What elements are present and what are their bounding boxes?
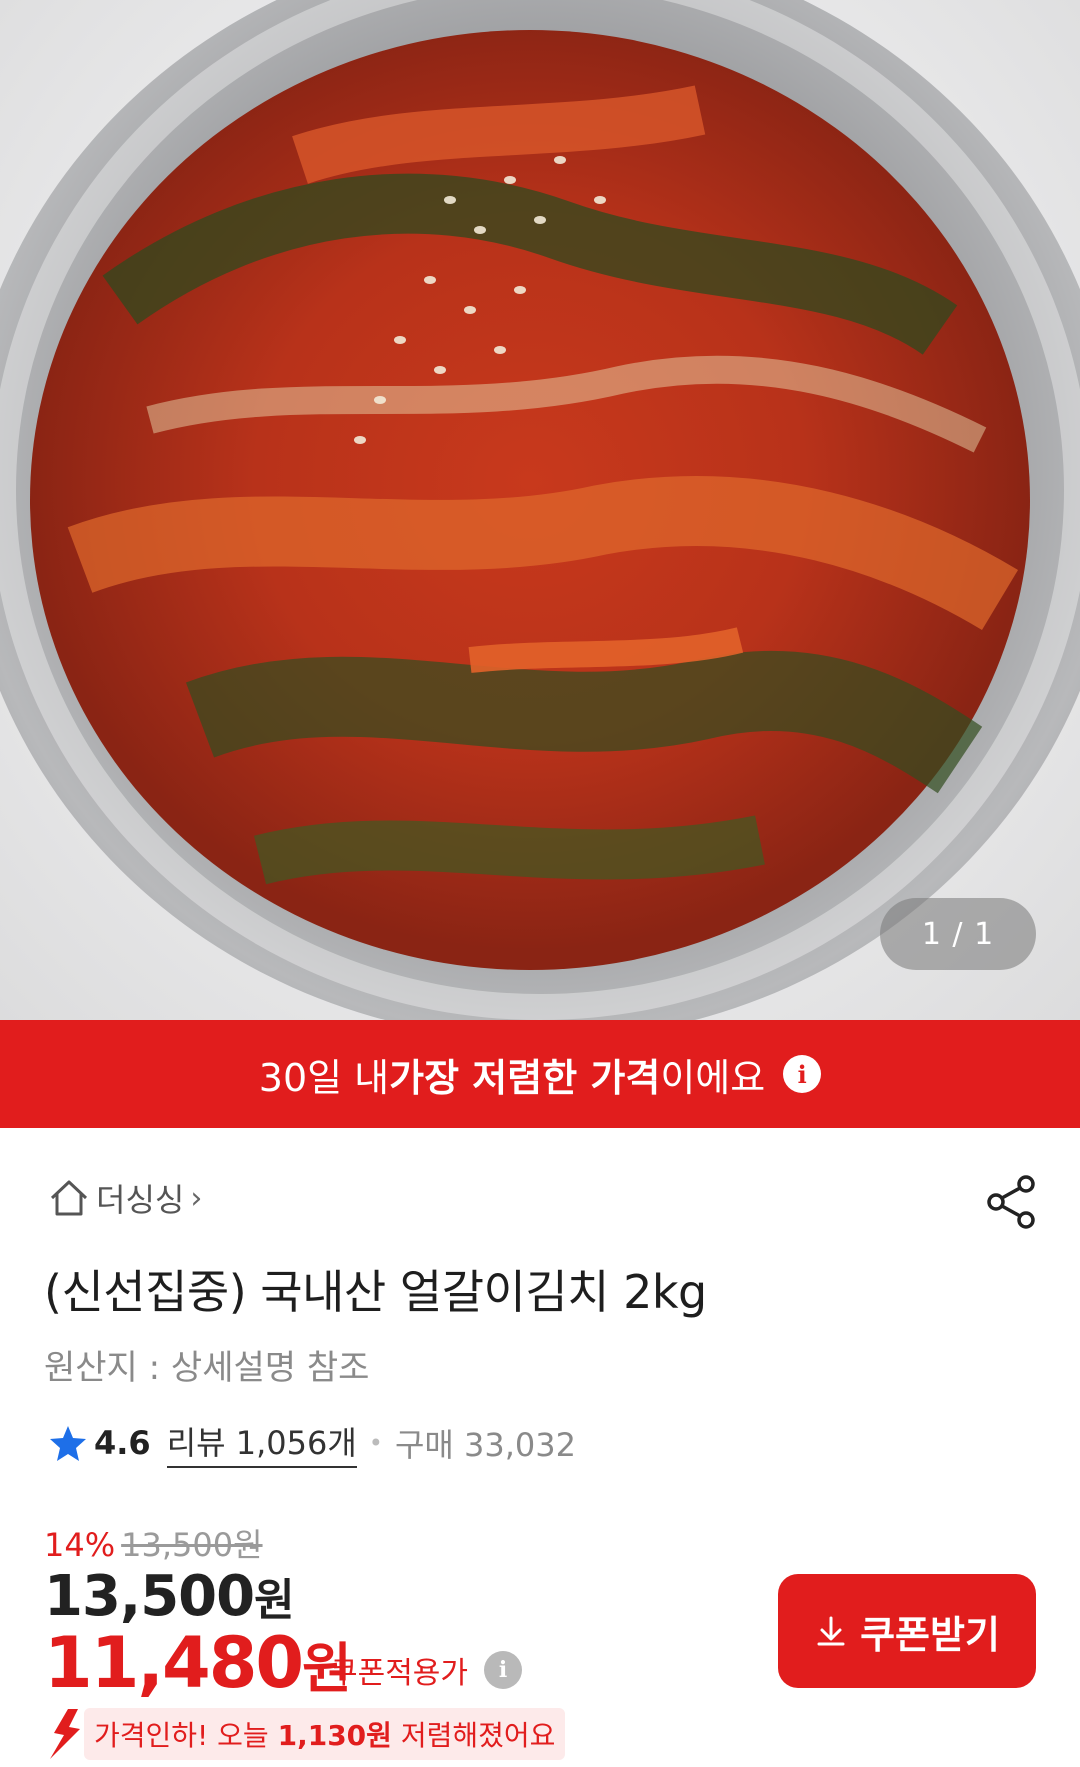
coupon-price: 11,480원 (44, 1622, 352, 1704)
promo-highlight: 가장 저렴한 가격 (389, 1055, 661, 1100)
sale-price-number: 13,500 (44, 1564, 255, 1629)
discount-percent: 14% (44, 1526, 116, 1564)
drop-prefix: 가격인하! 오늘 (94, 1719, 278, 1752)
rating-row: 4.6 리뷰 1,056개 • 구매 33,032 (48, 1418, 576, 1468)
chevron-right-icon: › (190, 1180, 203, 1216)
store-link[interactable]: 더싱싱 › (48, 1176, 202, 1220)
price-drop-notice: 가격인하! 오늘 1,130원 저렴해졌어요 (44, 1708, 566, 1760)
kimchi-image (30, 30, 1030, 970)
coupon-price-number: 11,480 (44, 1622, 304, 1704)
product-info-section: 더싱싱 › (신선집중) 국내산 얼갈이김치 2kg 원산지 : 상세설명 참조… (0, 1128, 1080, 1767)
promo-suffix: 이에요 (660, 1055, 766, 1100)
home-icon (50, 1180, 88, 1216)
discount-row: 14% 13,500원 (44, 1520, 263, 1566)
price-drop-text: 가격인하! 오늘 1,130원 저렴해졌어요 (84, 1708, 566, 1760)
get-coupon-button[interactable]: 쿠폰받기 (778, 1574, 1036, 1688)
rating-value: 4.6 (94, 1424, 151, 1462)
coupon-label-text: 쿠폰적용가 (330, 1656, 468, 1691)
drop-suffix: 저렴해졌어요 (391, 1719, 556, 1752)
coupon-info-icon[interactable]: i (484, 1651, 522, 1689)
promo-prefix: 30일 내 (258, 1055, 390, 1100)
reviews-link[interactable]: 리뷰 1,056개 (166, 1418, 357, 1468)
sale-price: 13,500원 (44, 1564, 295, 1629)
product-origin: 원산지 : 상세설명 참조 (44, 1348, 370, 1388)
image-counter: 1 / 1 (880, 898, 1036, 970)
price-down-arrow-icon (50, 1709, 80, 1759)
product-title: (신선집중) 국내산 얼갈이김치 2kg (44, 1265, 707, 1319)
purchase-count: 구매 33,032 (394, 1426, 576, 1464)
coupon-price-label: 쿠폰적용가 i (330, 1648, 522, 1692)
store-name: 더싱싱 (96, 1181, 185, 1219)
sale-price-unit: 원 (254, 1575, 294, 1626)
get-coupon-label: 쿠폰받기 (860, 1614, 1000, 1657)
product-image-gallery[interactable]: 1 / 1 (0, 0, 1080, 1020)
share-icon[interactable] (984, 1174, 1040, 1230)
star-icon (50, 1426, 86, 1461)
lowest-price-banner[interactable]: 30일 내 가장 저렴한 가격 이에요 i (0, 1020, 1080, 1128)
download-icon (817, 1616, 845, 1646)
original-price: 13,500원 (121, 1526, 263, 1564)
separator-dot: • (368, 1429, 383, 1457)
info-icon[interactable]: i (783, 1055, 822, 1093)
drop-amount: 1,130원 (277, 1719, 392, 1752)
